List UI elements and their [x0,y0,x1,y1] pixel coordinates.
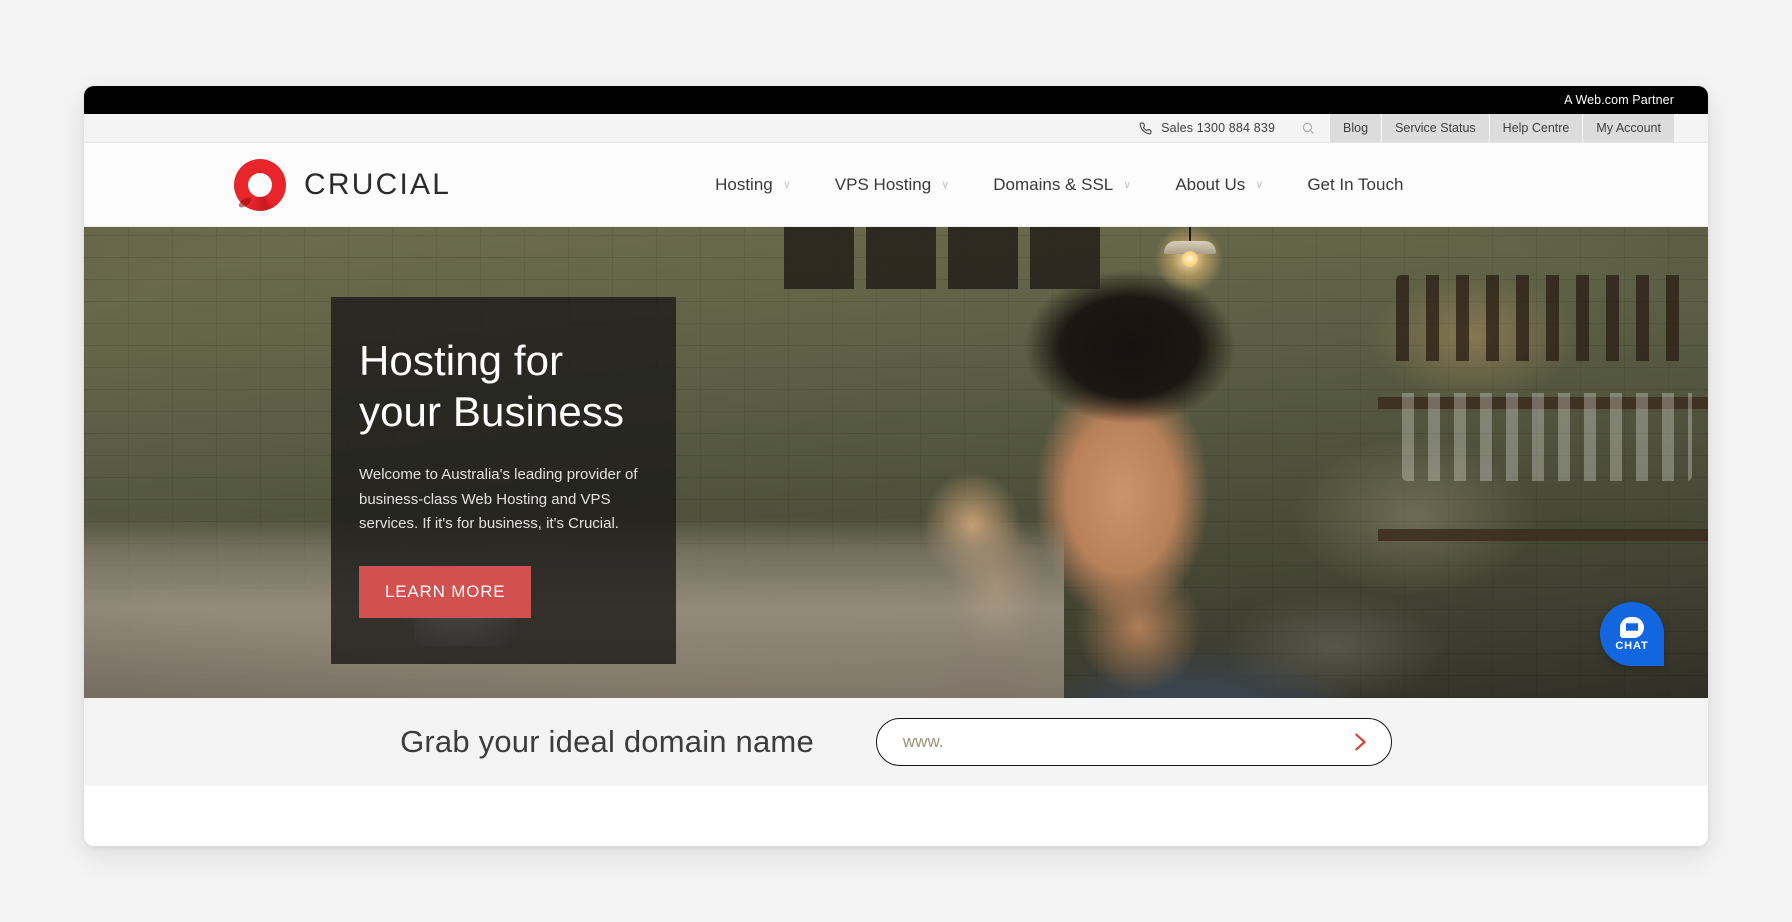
site-logo[interactable]: CRUCIAL [234,158,452,211]
hero-subtitle: Welcome to Australia's leading provider … [359,466,638,533]
domain-search-headline: Grab your ideal domain name [400,724,814,759]
domain-search-field-wrap [875,718,1392,766]
nav-label-hosting: Hosting [715,174,773,194]
domain-search-section: Grab your ideal domain name [84,698,1708,786]
nav-label-about-us: About Us [1175,174,1246,194]
chevron-right-icon [1355,733,1366,751]
util-link-help-centre[interactable]: Help Centre [1488,114,1583,142]
phone-icon [1139,122,1152,135]
hero-shelf-boxes-decor [784,227,1124,289]
partner-bar: A Web.com Partner [84,86,1708,114]
chevron-down-icon: ∨ [1123,179,1132,191]
lamp-bulb [1182,251,1198,267]
crucial-ring-icon [234,158,286,211]
util-link-blog[interactable]: Blog [1329,114,1382,142]
chat-widget-button[interactable]: CHAT [1600,602,1664,666]
nav-label-domains-ssl: Domains & SSL [993,174,1114,194]
logo-wordmark: CRUCIAL [304,167,452,201]
hero-text-panel: Hosting for your Business Welcome to Aus… [331,297,676,664]
chat-bubble-icon [1620,616,1644,638]
chat-widget-label: CHAT [1615,639,1649,652]
hero-pendant-lamp-decor [1156,227,1224,267]
util-link-my-account[interactable]: My Account [1582,114,1674,142]
hero-title-line-2: your Business [359,388,625,436]
nav-item-vps-hosting[interactable]: VPS Hosting ∨ [813,175,971,195]
nav-label-vps-hosting: VPS Hosting [834,174,932,194]
hero-glassware-decor [1402,393,1692,481]
chevron-down-icon: ∨ [941,179,950,191]
nav-item-domains-ssl[interactable]: Domains & SSL ∨ [971,175,1153,195]
main-navigation: Hosting ∨ VPS Hosting ∨ Domains & SSL ∨ … [693,175,1425,195]
nav-label-get-in-touch: Get In Touch [1307,174,1404,194]
browser-window: A Web.com Partner Sales 1300 884 839 Blo… [84,86,1708,846]
chevron-down-icon: ∨ [1255,179,1264,191]
domain-search-input[interactable] [876,732,1391,752]
main-header: CRUCIAL Hosting ∨ VPS Hosting ∨ Domains … [84,143,1708,227]
nav-item-hosting[interactable]: Hosting ∨ [693,175,813,195]
sales-phone-label: Sales 1300 884 839 [1161,121,1276,135]
learn-more-button[interactable]: LEARN MORE [359,566,532,619]
hero-section: Hosting for your Business Welcome to Aus… [84,227,1708,698]
sales-contact[interactable]: Sales 1300 884 839 [1139,114,1291,142]
chevron-down-icon: ∨ [782,179,791,191]
partner-label: A Web.com Partner [1564,93,1674,107]
hero-title: Hosting for your Business [359,335,640,437]
search-toggle-button[interactable] [1291,114,1329,142]
desktop-backdrop: A Web.com Partner Sales 1300 884 839 Blo… [0,0,1792,922]
domain-search-submit-button[interactable] [1349,731,1371,753]
nav-item-get-in-touch[interactable]: Get In Touch [1285,175,1425,195]
hero-title-line-1: Hosting for [359,337,564,384]
nav-item-about-us[interactable]: About Us ∨ [1153,175,1285,195]
search-icon [1302,122,1314,134]
utility-bar: Sales 1300 884 839 Blog Service Status H… [84,114,1708,143]
util-link-service-status[interactable]: Service Status [1381,114,1489,142]
hero-bottles-decor [1396,275,1696,361]
